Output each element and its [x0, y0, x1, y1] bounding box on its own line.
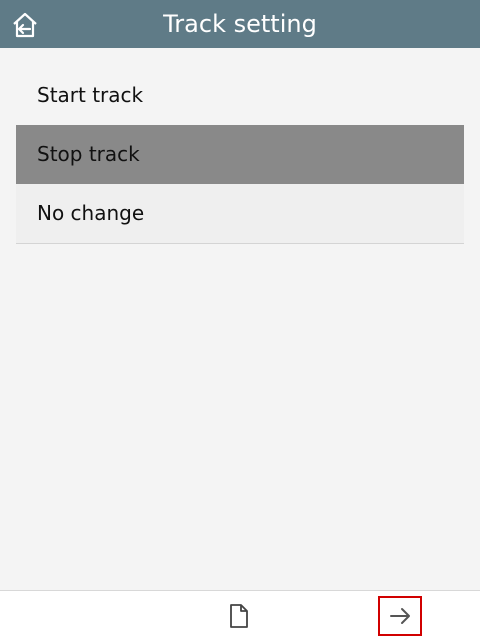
- option-stop-track[interactable]: Stop track: [16, 125, 464, 184]
- bottom-toolbar: [0, 590, 480, 640]
- title-bar: Track setting: [0, 0, 480, 48]
- document-icon: [230, 604, 248, 628]
- option-label: Start track: [37, 83, 144, 107]
- document-button[interactable]: [224, 601, 254, 631]
- app-window: Track setting Start track Stop track No …: [0, 0, 480, 640]
- track-option-list: Start track Stop track No change: [16, 66, 464, 244]
- option-label: Stop track: [37, 142, 140, 166]
- option-start-track[interactable]: Start track: [16, 66, 464, 125]
- page-title: Track setting: [163, 10, 317, 38]
- option-no-change[interactable]: No change: [16, 184, 464, 244]
- option-label: No change: [37, 201, 145, 225]
- arrow-right-icon: [390, 608, 410, 624]
- next-button[interactable]: [378, 596, 422, 636]
